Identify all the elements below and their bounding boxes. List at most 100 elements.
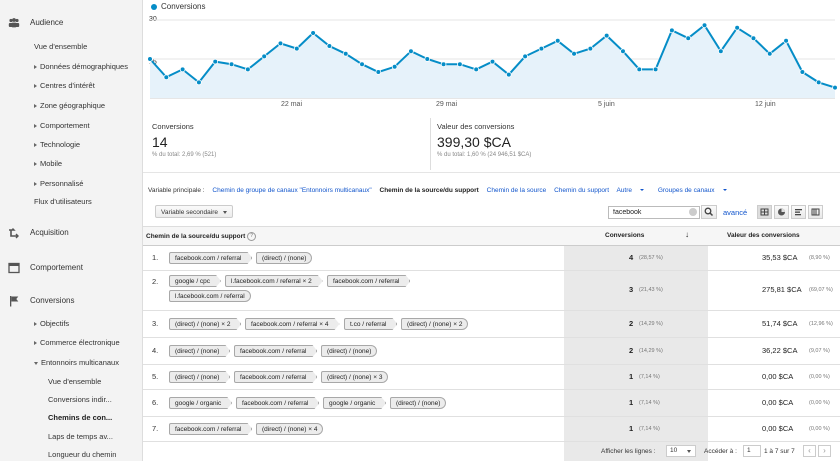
data-point[interactable] (359, 61, 365, 67)
clear-search-icon[interactable] (689, 208, 697, 216)
data-point[interactable] (179, 66, 186, 73)
data-point[interactable] (538, 45, 545, 52)
sidebar-item-assisted[interactable]: Conversions indir... (48, 395, 112, 404)
dimension-option-channel-groups[interactable]: Groupes de canaux (658, 187, 733, 194)
data-point[interactable] (506, 71, 512, 78)
sidebar-item-behavior[interactable]: Comportement (34, 121, 90, 130)
path-step-chip: (direct) / (none) (169, 345, 230, 357)
sidebar-section-audience[interactable]: Audience (0, 12, 142, 34)
data-point[interactable] (554, 37, 561, 44)
sidebar-item-interests[interactable]: Centres d'intérêt (34, 81, 95, 90)
sidebar-item-geo[interactable]: Zone géographique (34, 101, 105, 110)
data-point[interactable] (734, 24, 740, 31)
data-point[interactable] (603, 32, 610, 39)
column-header-value[interactable]: Valeur des conversions (727, 232, 800, 239)
sidebar-section-label: Acquisition (30, 228, 69, 237)
data-point[interactable] (196, 79, 202, 86)
prev-page-button[interactable]: ‹ (803, 445, 816, 457)
column-header-path[interactable]: Chemin de la source/du support ? (146, 232, 257, 241)
data-point[interactable] (766, 50, 773, 57)
dimension-option-source-path[interactable]: Chemin de la source (487, 187, 547, 194)
sidebar-section-label: Audience (30, 18, 64, 27)
data-point[interactable] (571, 50, 577, 57)
metric-divider (430, 118, 431, 170)
view-pivot-button[interactable] (808, 205, 823, 219)
next-page-button[interactable]: › (818, 445, 831, 457)
data-point[interactable] (261, 53, 267, 60)
sidebar-item-mcf[interactable]: Entonnoirs multicanaux (34, 358, 119, 367)
sidebar-item-top-paths[interactable]: Chemins de con... (48, 413, 112, 422)
sidebar-item-mcf-overview[interactable]: Vue d'ensemble (48, 377, 101, 386)
data-point[interactable] (440, 61, 447, 67)
path-step-chip: facebook.com / referral × 4 (245, 318, 340, 330)
data-point[interactable] (799, 69, 806, 75)
data-point[interactable] (832, 84, 838, 91)
data-point[interactable] (147, 56, 153, 62)
goto-page-input[interactable]: 1 (743, 445, 761, 457)
data-point[interactable] (163, 74, 170, 80)
data-point[interactable] (522, 53, 528, 60)
sidebar-item-custom[interactable]: Personnalisé (34, 179, 83, 188)
data-point[interactable] (783, 37, 789, 44)
sidebar-section-comportement[interactable]: Comportement (0, 257, 142, 279)
data-point[interactable] (587, 45, 594, 52)
data-point[interactable] (293, 45, 300, 52)
data-point[interactable] (245, 66, 251, 73)
sort-descending-icon[interactable]: ↓ (685, 230, 689, 239)
data-point[interactable] (620, 48, 626, 54)
data-point[interactable] (718, 48, 724, 54)
data-point[interactable] (277, 40, 284, 47)
sidebar-item-ecommerce[interactable]: Commerce électronique (34, 338, 120, 347)
path-step-chip: facebook.com / referral (169, 252, 252, 264)
data-point[interactable] (685, 35, 692, 41)
data-point[interactable] (669, 27, 675, 34)
advanced-filter-link[interactable]: avancé (723, 208, 747, 217)
dimension-option-medium-path[interactable]: Chemin du support (554, 187, 609, 194)
rows-per-page-select[interactable]: 10 (666, 445, 696, 457)
data-point[interactable] (750, 35, 757, 41)
sidebar-item-path-length[interactable]: Longueur du chemin (48, 450, 116, 459)
dimension-option-other[interactable]: Autre (616, 187, 650, 194)
metric-title: Valeur des conversions (437, 122, 515, 131)
data-point[interactable] (342, 50, 349, 57)
sidebar-item-vue-ensemble[interactable]: Vue d'ensemble (34, 42, 87, 51)
sidebar-item-users-flow[interactable]: Flux d'utilisateurs (34, 197, 92, 206)
data-point[interactable] (457, 61, 463, 67)
sidebar-item-demographics[interactable]: Données démographiques (34, 62, 128, 71)
data-point[interactable] (391, 64, 398, 70)
data-point[interactable] (424, 56, 431, 62)
sidebar-item-label: Conversions indir... (48, 395, 112, 404)
view-table-button[interactable] (757, 205, 772, 219)
dimension-option-mcf-channel-path[interactable]: Chemin de groupe de canaux "Entonnoirs m… (212, 187, 371, 194)
view-performance-button[interactable] (791, 205, 806, 219)
sidebar-item-technology[interactable]: Technologie (34, 140, 80, 149)
sidebar-section-acquisition[interactable]: Acquisition (0, 222, 142, 244)
data-point[interactable] (326, 43, 333, 49)
sidebar-item-goals[interactable]: Objectifs (34, 319, 69, 328)
help-icon[interactable]: ? (247, 232, 257, 241)
path-step-chip: (direct) / (none) × 2 (401, 318, 469, 330)
dimension-option-source-medium-path[interactable]: Chemin de la source/du support (380, 187, 479, 194)
sidebar-item-mobile[interactable]: Mobile (34, 159, 62, 168)
sidebar-section-conversions[interactable]: Conversions (0, 290, 142, 312)
data-point[interactable] (228, 61, 235, 67)
data-point[interactable] (408, 48, 414, 54)
search-button[interactable] (701, 205, 717, 219)
sidebar-item-time-lag[interactable]: Laps de temps av... (48, 432, 113, 441)
data-point[interactable] (652, 66, 659, 73)
data-point[interactable] (815, 79, 822, 86)
data-point[interactable] (375, 69, 382, 75)
table-search-input[interactable] (608, 206, 700, 219)
x-tick-label: 22 mai (281, 101, 303, 108)
data-point[interactable] (473, 66, 479, 73)
data-point[interactable] (701, 22, 708, 29)
pie-chart-icon (778, 208, 785, 216)
x-tick-label: 29 mai (436, 101, 458, 108)
view-pie-button[interactable] (774, 205, 789, 219)
data-point[interactable] (636, 66, 643, 73)
data-point[interactable] (212, 58, 219, 65)
data-point[interactable] (489, 58, 496, 65)
secondary-dimension-select[interactable]: Variable secondaire (155, 205, 233, 218)
column-header-conversions[interactable]: Conversions (605, 232, 644, 239)
data-point[interactable] (310, 30, 316, 36)
